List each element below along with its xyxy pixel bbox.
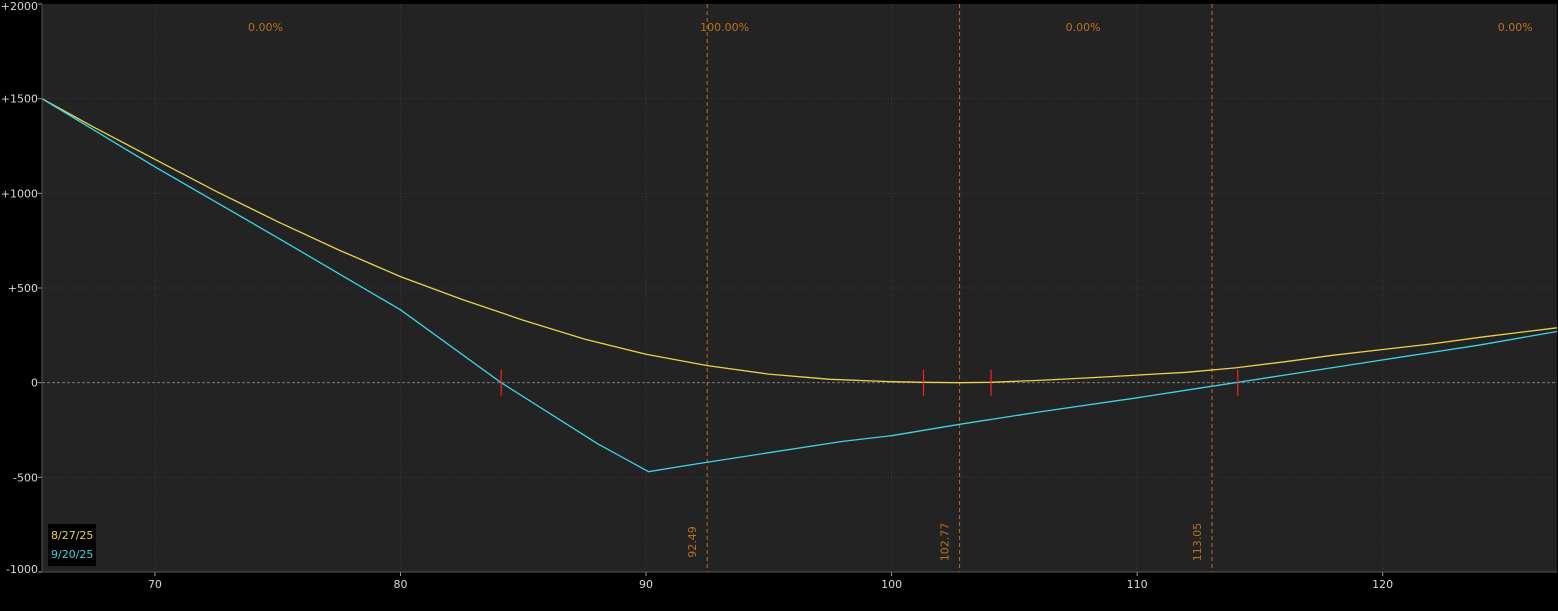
zone-probability-label: 100.00% [700,21,749,34]
y-tick-label: +500 [8,282,38,295]
y-tick-label: +1000 [1,187,38,200]
vertical-line-label: 92.49 [686,526,699,558]
risk-profile-chart: 92.49 102.77 113.05 0.00% 100.00% 0.00% 0.00% … [0,0,1558,607]
zone-probability-label: 0.00% [1066,21,1101,34]
x-tick-label: 100 [881,578,902,591]
legend-item-0: 8/27/25 [51,526,93,545]
legend-label: 8/27/25 [51,529,94,542]
y-tick-label: +2000 [1,0,38,13]
chart-svg: 92.49 102.77 113.050.00% 100.00% 0.00% 0.00% … [1,0,1558,591]
legend: 8/27/25 9/20/25 [48,524,97,566]
y-tick-label: +1500 [1,93,38,106]
legend-item-1: 9/20/25 [51,545,93,564]
vertical-line-label: 102.77 [939,523,952,562]
x-tick-label: 110 [1127,578,1148,591]
zone-probability-label: 0.00% [248,21,283,34]
y-tick-label: 0 [31,377,38,390]
legend-label: 9/20/25 [51,548,94,561]
x-tick-label: 90 [639,578,653,591]
x-tick-label: 80 [393,578,407,591]
vertical-line-label: 113.05 [1191,523,1204,562]
zone-probability-label: 0.00% [1498,21,1533,34]
x-tick-label: 120 [1372,578,1393,591]
x-tick-label: 70 [148,578,162,591]
y-tick-label: -500 [13,471,38,484]
y-tick-label: -1000 [6,563,38,576]
